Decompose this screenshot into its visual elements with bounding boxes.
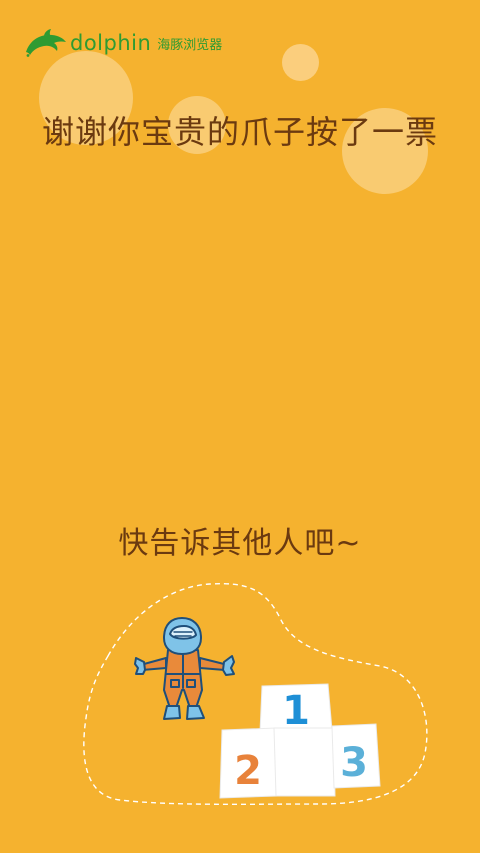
astronaut-figure bbox=[134, 617, 235, 720]
vote-thanks-screen: dolphin 海豚浏览器 谢谢你宝贵的爪子按了一票 快告诉其他人吧~ 1 2 … bbox=[0, 0, 480, 853]
brand-name-cn: 海豚浏览器 bbox=[157, 37, 223, 53]
podium-first-number: 1 bbox=[282, 688, 310, 734]
podium-middle bbox=[273, 727, 336, 797]
dolphin-logo: dolphin 海豚浏览器 bbox=[24, 26, 222, 60]
astronaut-podium-illustration: 1 2 3 bbox=[83, 582, 428, 806]
podium-third-number: 3 bbox=[340, 740, 368, 786]
thank-you-headline: 谢谢你宝贵的爪子按了一票 bbox=[41, 113, 438, 151]
decorative-bubble bbox=[282, 44, 319, 81]
brand-name: dolphin bbox=[70, 30, 152, 55]
dolphin-logo-icon bbox=[26, 29, 66, 57]
podium-second-number: 2 bbox=[234, 748, 262, 794]
share-prompt-text: 快告诉其他人吧~ bbox=[118, 526, 362, 561]
